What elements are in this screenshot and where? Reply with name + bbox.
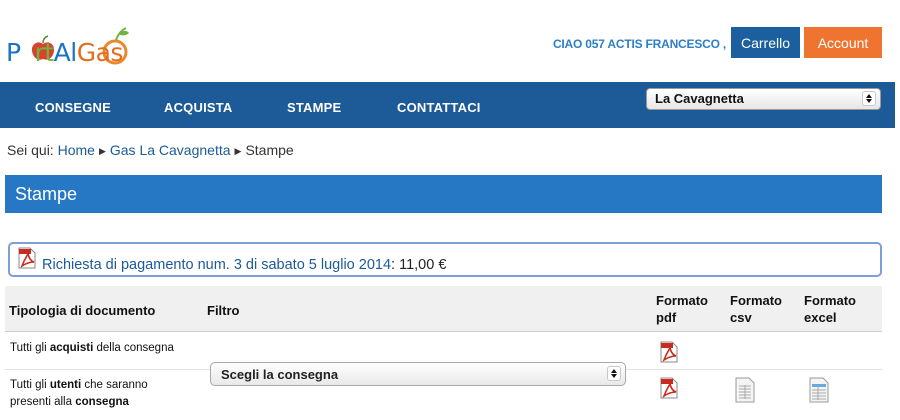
select-arrows-icon bbox=[607, 366, 621, 381]
pdf-icon[interactable] bbox=[660, 341, 678, 363]
breadcrumb-separator-icon: ▶ bbox=[98, 146, 106, 156]
logo-letters-rt: rt bbox=[34, 38, 55, 67]
gas-selector[interactable]: La Cavagnetta bbox=[646, 88, 881, 110]
page-title: Stampe bbox=[15, 184, 78, 204]
cart-button[interactable]: Carrello bbox=[731, 27, 800, 58]
col-header-filtro: Filtro bbox=[207, 303, 240, 318]
col-header-csv-line2: csv bbox=[730, 310, 752, 325]
col-header-tipologia: Tipologia di documento bbox=[9, 303, 156, 318]
breadcrumb-gas[interactable]: Gas La Cavagnetta bbox=[110, 142, 231, 158]
pdf-icon[interactable] bbox=[18, 247, 36, 269]
logo-letters-al: Al bbox=[53, 38, 78, 67]
col-header-csv: Formato csv bbox=[730, 292, 782, 326]
account-button[interactable]: Account bbox=[804, 27, 882, 58]
breadcrumb-home[interactable]: Home bbox=[58, 142, 95, 158]
table-header-row: Tipologia di documento Filtro Formato pd… bbox=[5, 286, 882, 332]
col-header-pdf-line2: pdf bbox=[656, 310, 677, 325]
logo-letter-p: P bbox=[6, 38, 21, 67]
payment-amount: : 11,00 € bbox=[391, 257, 447, 273]
breadcrumb-prefix: Sei qui: bbox=[7, 142, 54, 158]
payment-request-box: Richiesta di pagamento num. 3 di sabato … bbox=[8, 242, 882, 277]
page-title-bar: Stampe bbox=[5, 175, 882, 213]
breadcrumb-current: Stampe bbox=[245, 142, 294, 158]
row-2-text-post: che saranno bbox=[81, 379, 148, 391]
gas-selector-value: La Cavagnetta bbox=[655, 91, 744, 106]
row-2-text-bold: utenti bbox=[49, 379, 82, 391]
select-arrows-icon bbox=[862, 91, 876, 106]
col-header-pdf: Formato pdf bbox=[656, 292, 708, 326]
csv-icon[interactable] bbox=[735, 377, 755, 403]
consegna-filter-select[interactable]: Scegli la consegna bbox=[210, 362, 626, 386]
breadcrumb-separator-icon: ▶ bbox=[234, 146, 242, 156]
col-header-pdf-line1: Formato bbox=[656, 293, 708, 308]
table-row-1-label: Tutti gli acquisti della consegna bbox=[10, 340, 174, 357]
nav-item-stampe[interactable]: STAMPE bbox=[287, 100, 341, 115]
nav-item-contattaci[interactable]: CONTATTACI bbox=[397, 100, 481, 115]
col-header-csv-line1: Formato bbox=[730, 293, 782, 308]
user-greeting: CIAO 057 ACTIS FRANCESCO , bbox=[552, 37, 726, 51]
row-2-text-line2-pre: presenti alla bbox=[10, 396, 76, 408]
col-header-excel-line1: Formato bbox=[804, 293, 856, 308]
breadcrumb: Sei qui: Home ▶ Gas La Cavagnetta ▶ Stampe bbox=[7, 142, 294, 158]
nav-item-acquista[interactable]: ACQUISTA bbox=[164, 100, 233, 115]
portalgas-logo[interactable]: PrtAlGas bbox=[6, 12, 156, 72]
table-row-2-label: Tutti gli utenti che saranno presenti al… bbox=[10, 377, 148, 411]
excel-icon[interactable] bbox=[809, 377, 829, 403]
row-1-text-pre: Tutti gli bbox=[10, 342, 50, 354]
row-1-text-post: della consegna bbox=[93, 342, 174, 354]
row-1-text-bold: acquisti bbox=[49, 342, 94, 354]
pdf-icon[interactable] bbox=[660, 377, 678, 399]
row-2-text-pre: Tutti gli bbox=[10, 379, 50, 391]
logo-text: PrtAlGas bbox=[6, 38, 123, 67]
payment-request-text: Richiesta di pagamento num. 3 di sabato … bbox=[42, 257, 446, 273]
row-2-text-line2-bold: consegna bbox=[75, 396, 129, 408]
consegna-filter-value: Scegli la consegna bbox=[221, 367, 339, 382]
nav-item-consegne[interactable]: CONSEGNE bbox=[35, 100, 111, 115]
col-header-excel: Formato excel bbox=[804, 292, 856, 326]
payment-request-link[interactable]: Richiesta di pagamento num. 3 di sabato … bbox=[42, 257, 391, 273]
col-header-excel-line2: excel bbox=[804, 310, 837, 325]
logo-letters-gas: Gas bbox=[76, 38, 124, 67]
